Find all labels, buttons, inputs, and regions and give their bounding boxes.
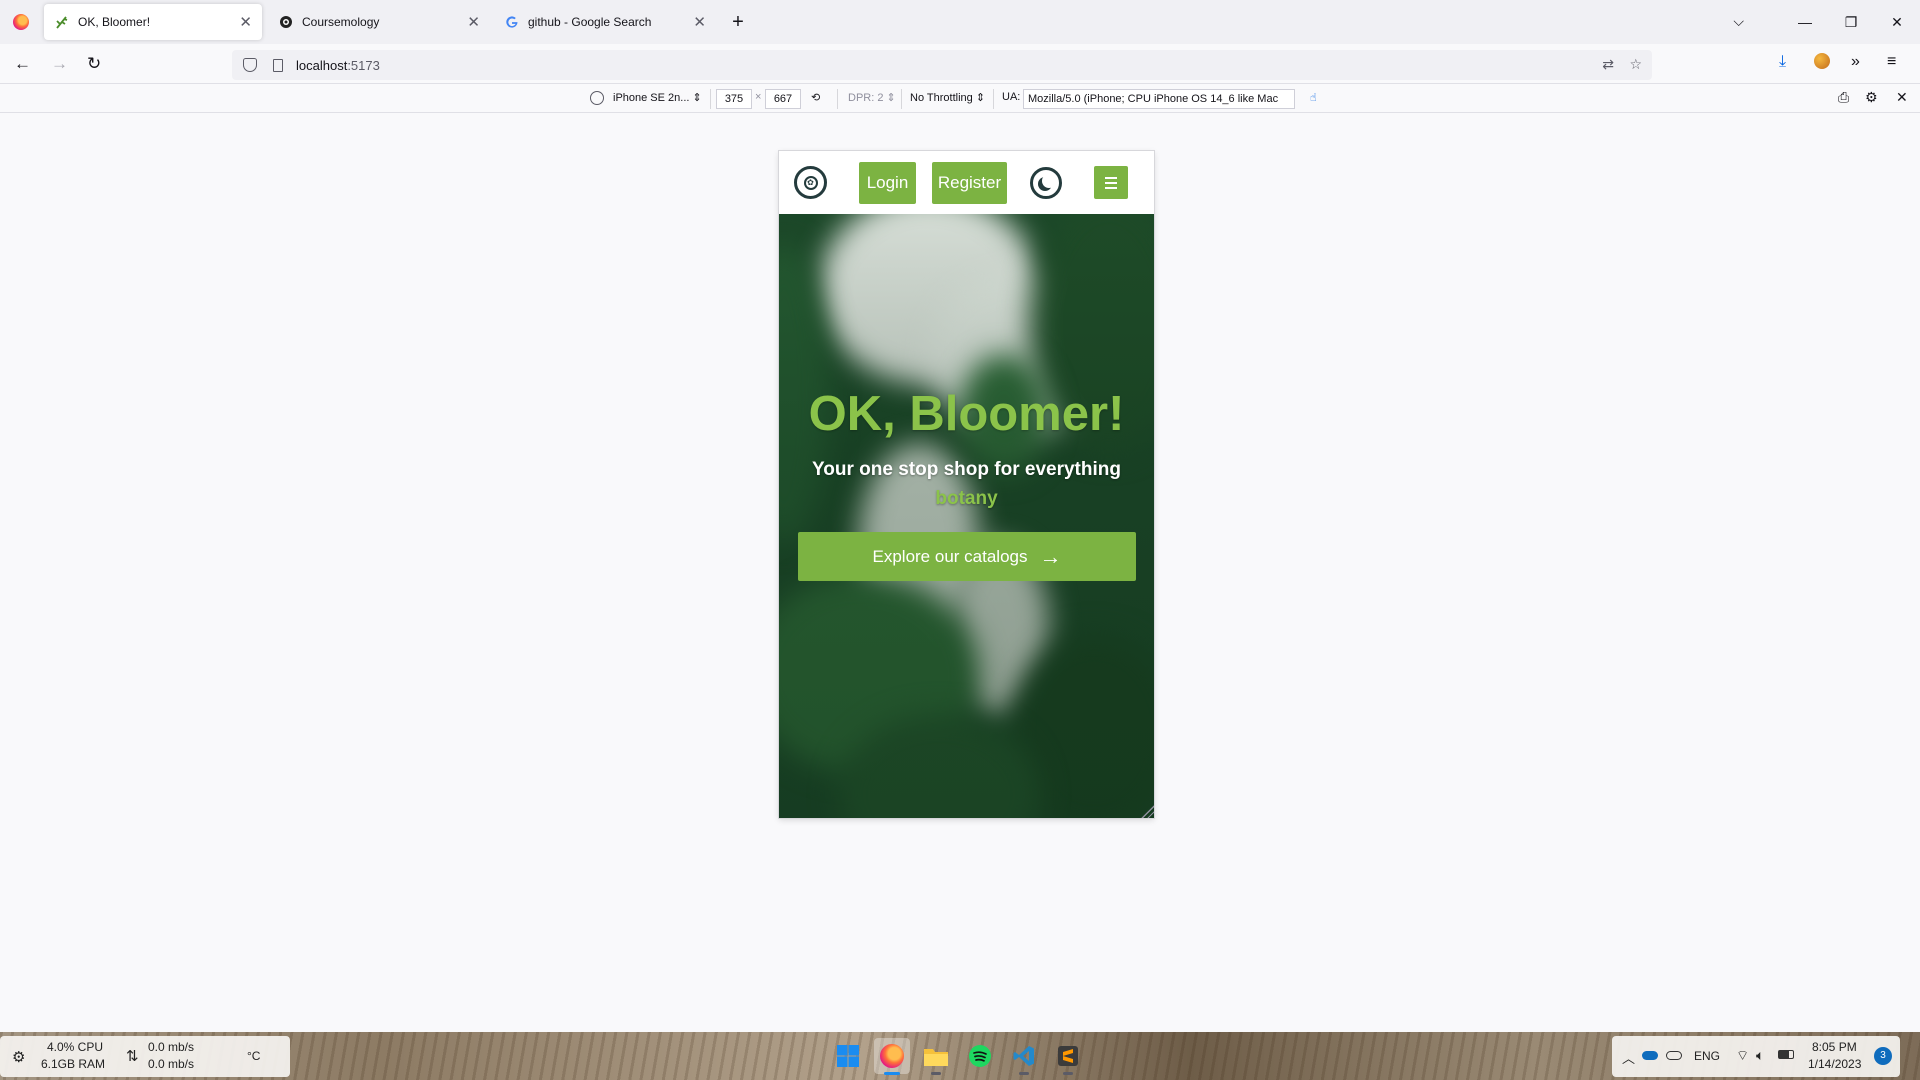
show-hidden-icons-icon[interactable]: ︿	[1622, 1048, 1635, 1067]
device-selector[interactable]: iPhone SE 2n... ⇕	[613, 91, 702, 104]
tab-label: Coursemology	[302, 15, 380, 29]
rotate-viewport-icon[interactable]: ⟲	[811, 91, 820, 104]
forward-icon[interactable]: →	[51, 54, 68, 74]
reload-icon[interactable]: ↻	[87, 54, 101, 74]
tab-google-search[interactable]: github - Google Search ✕	[494, 4, 716, 40]
spotify-icon[interactable]	[962, 1038, 998, 1074]
viewport-height-input[interactable]: 667	[765, 89, 801, 109]
cta-label: Explore our catalogs	[872, 546, 1028, 566]
user-agent-input[interactable]: Mozilla/5.0 (iPhone; CPU iPhone OS 14_6 …	[1023, 89, 1295, 109]
window-controls: ⌵ — ❐ ✕	[1733, 0, 1920, 44]
navigation-toolbar: ← → ↻ localhost:5173 ⇄ ☆ ⤓ » ≡	[0, 44, 1920, 84]
coursemology-icon	[278, 14, 294, 30]
explore-catalogs-button[interactable]: Explore our catalogs →	[798, 532, 1136, 581]
close-window-icon[interactable]: ✕	[1874, 14, 1920, 31]
firefox-menu-icon[interactable]	[13, 14, 29, 30]
screenshot-icon[interactable]: ⎙	[1838, 89, 1849, 106]
dimension-separator: ×	[755, 91, 762, 103]
back-icon[interactable]: ←	[14, 54, 31, 74]
url-text[interactable]: localhost:5173	[296, 58, 380, 73]
clock-time[interactable]: 8:05 PM	[1812, 1040, 1857, 1054]
new-tab-icon[interactable]: +	[726, 11, 750, 34]
viewport-width-input[interactable]: 375	[716, 89, 752, 109]
vscode-icon[interactable]	[1006, 1038, 1042, 1075]
site-logo-icon[interactable]: ✿	[794, 166, 827, 199]
device-viewport: ✿ Login Register OK, Bloomer! Your one s…	[779, 151, 1154, 818]
plant-icon	[54, 14, 70, 30]
bookmark-star-icon[interactable]: ☆	[1629, 56, 1642, 73]
wifi-icon[interactable]: ⌔	[1736, 1047, 1749, 1065]
restore-icon[interactable]: ❐	[1828, 14, 1874, 31]
net-upload: 0.0 mb/s	[148, 1040, 195, 1054]
hero-accent-text: botany	[935, 488, 998, 509]
login-button[interactable]: Login	[859, 162, 916, 204]
arrow-right-icon: →	[1039, 543, 1062, 569]
cpu-usage: 4.0% CPU	[47, 1040, 104, 1054]
tracking-protection-icon[interactable]	[243, 58, 257, 72]
tab-ok-bloomer[interactable]: OK, Bloomer! ✕	[44, 4, 262, 40]
close-tab-icon[interactable]: ✕	[239, 13, 252, 31]
windows-taskbar: ⚙ 4.0% CPU 6.1GB RAM ⇅ 0.0 mb/s 0.0 mb/s…	[0, 1032, 1920, 1080]
settings-gear-icon[interactable]: ⚙	[1865, 89, 1878, 106]
list-all-tabs-icon[interactable]: ⌵	[1733, 13, 1744, 30]
translate-icon[interactable]: ⇄	[1602, 56, 1614, 73]
tab-strip: OK, Bloomer! ✕ Coursemology ✕ github - G…	[0, 0, 1920, 44]
net-download: 0.0 mb/s	[148, 1057, 195, 1071]
google-icon	[504, 14, 520, 30]
device-icon	[590, 91, 604, 108]
notification-badge[interactable]: 3	[1874, 1047, 1892, 1065]
tab-label: github - Google Search	[528, 15, 652, 29]
page-info-icon[interactable]	[273, 58, 283, 72]
hero-title: OK, Bloomer!	[808, 387, 1125, 441]
tab-label: OK, Bloomer!	[78, 15, 151, 29]
temperature: °C	[247, 1049, 261, 1063]
responsive-design-toolbar: iPhone SE 2n... ⇕ 375 × 667 ⟲ DPR: 2 ⇕ N…	[0, 85, 1920, 113]
close-tab-icon[interactable]: ✕	[467, 13, 480, 31]
app-menu-icon[interactable]: ≡	[1887, 53, 1896, 71]
close-rdm-icon[interactable]: ✕	[1896, 89, 1908, 106]
sublime-text-icon[interactable]	[1050, 1038, 1086, 1075]
register-button[interactable]: Register	[932, 162, 1007, 204]
volume-icon[interactable]: 🔈︎	[1756, 1047, 1764, 1064]
onedrive-icon[interactable]	[1642, 1049, 1658, 1063]
close-tab-icon[interactable]: ✕	[693, 13, 706, 31]
hero-section: OK, Bloomer! Your one stop shop for ever…	[779, 214, 1154, 818]
touch-simulation-icon[interactable]: ☝	[1310, 91, 1317, 104]
file-explorer-icon[interactable]	[918, 1038, 954, 1075]
battery-icon[interactable]	[1778, 1048, 1794, 1062]
taskbar-apps	[830, 1038, 1086, 1075]
extensions-overflow-icon[interactable]: »	[1851, 53, 1860, 71]
hamburger-menu-button[interactable]	[1094, 166, 1128, 199]
language-indicator[interactable]: ENG	[1694, 1049, 1720, 1063]
system-tray: ︿ ENG ⌔ 🔈︎ 8:05 PM 1/14/2023 3	[1612, 1036, 1900, 1077]
moon-icon	[1042, 174, 1056, 188]
cpu-chip-icon: ⚙	[12, 1049, 26, 1066]
site-navbar: ✿ Login Register	[779, 151, 1154, 214]
hero-subtitle: Your one stop shop for everything botany	[799, 455, 1134, 513]
windows-start-icon[interactable]	[830, 1038, 866, 1074]
ram-usage: 6.1GB RAM	[41, 1057, 106, 1071]
user-agent-label: UA:	[1002, 91, 1021, 103]
dark-mode-toggle[interactable]	[1030, 167, 1062, 199]
viewport-resize-handle[interactable]	[1140, 804, 1154, 818]
account-avatar[interactable]	[1814, 53, 1830, 74]
minimize-icon[interactable]: —	[1782, 14, 1828, 30]
firefox-taskbar-icon[interactable]	[874, 1038, 910, 1075]
network-arrows-icon: ⇅	[126, 1048, 139, 1065]
url-bar[interactable]: localhost:5173 ⇄ ☆	[232, 50, 1652, 80]
dpr-selector[interactable]: DPR: 2 ⇕	[848, 91, 896, 104]
tab-coursemology[interactable]: Coursemology ✕	[268, 4, 490, 40]
downloads-icon[interactable]: ⤓	[1779, 53, 1786, 71]
system-monitor-widget[interactable]: ⚙ 4.0% CPU 6.1GB RAM ⇅ 0.0 mb/s 0.0 mb/s…	[0, 1036, 290, 1077]
cloud-icon[interactable]	[1666, 1049, 1682, 1063]
clock-date[interactable]: 1/14/2023	[1808, 1057, 1861, 1071]
throttling-selector[interactable]: No Throttling ⇕	[910, 91, 985, 104]
